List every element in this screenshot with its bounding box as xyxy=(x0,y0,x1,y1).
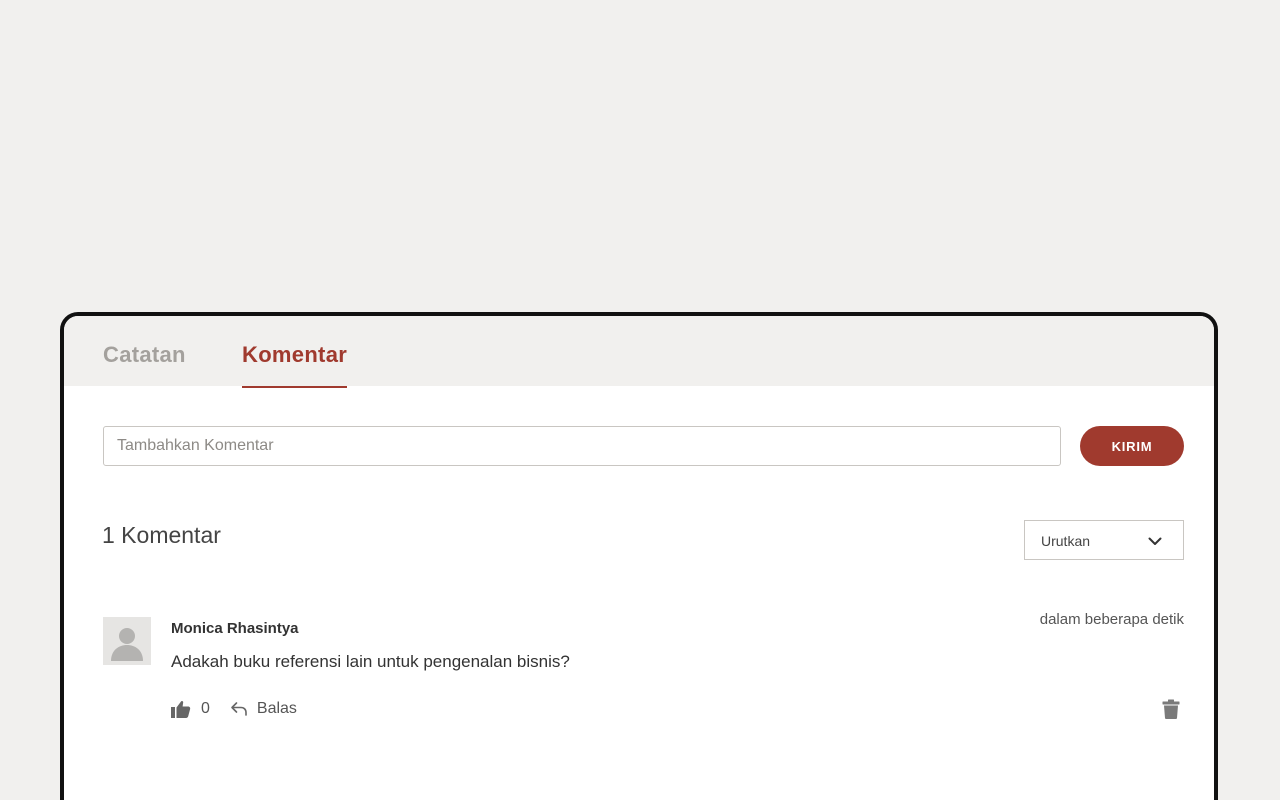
comment-author: Monica Rhasintya xyxy=(171,620,299,637)
comment-count: 1 Komentar xyxy=(102,522,221,548)
tab-bar: Catatan Komentar xyxy=(64,316,1214,388)
send-button[interactable]: KIRIM xyxy=(1080,426,1184,466)
like-count: 0 xyxy=(201,700,210,717)
chevron-down-icon xyxy=(1148,537,1162,545)
comment-input[interactable] xyxy=(103,426,1061,466)
reply-arrow-icon xyxy=(231,702,247,716)
trash-icon[interactable] xyxy=(1162,699,1180,719)
comments-panel: Catatan Komentar KIRIM 1 Komentar Urutka… xyxy=(60,312,1218,800)
user-placeholder-icon xyxy=(103,617,151,665)
comment-actions: 0 Balas xyxy=(171,698,297,720)
tab-komentar[interactable]: Komentar xyxy=(242,342,348,388)
tab-catatan[interactable]: Catatan xyxy=(103,342,186,368)
reply-label: Balas xyxy=(256,700,297,717)
reply-button[interactable]: Balas xyxy=(230,700,297,718)
comment-timestamp: dalam beberapa detik xyxy=(1039,611,1184,628)
sort-label: Urutkan xyxy=(1041,533,1091,549)
sort-dropdown[interactable]: Urutkan xyxy=(1024,520,1184,560)
thumbs-up-icon[interactable] xyxy=(171,699,191,719)
comment-text: Adakah buku referensi lain untuk pengena… xyxy=(171,652,570,671)
